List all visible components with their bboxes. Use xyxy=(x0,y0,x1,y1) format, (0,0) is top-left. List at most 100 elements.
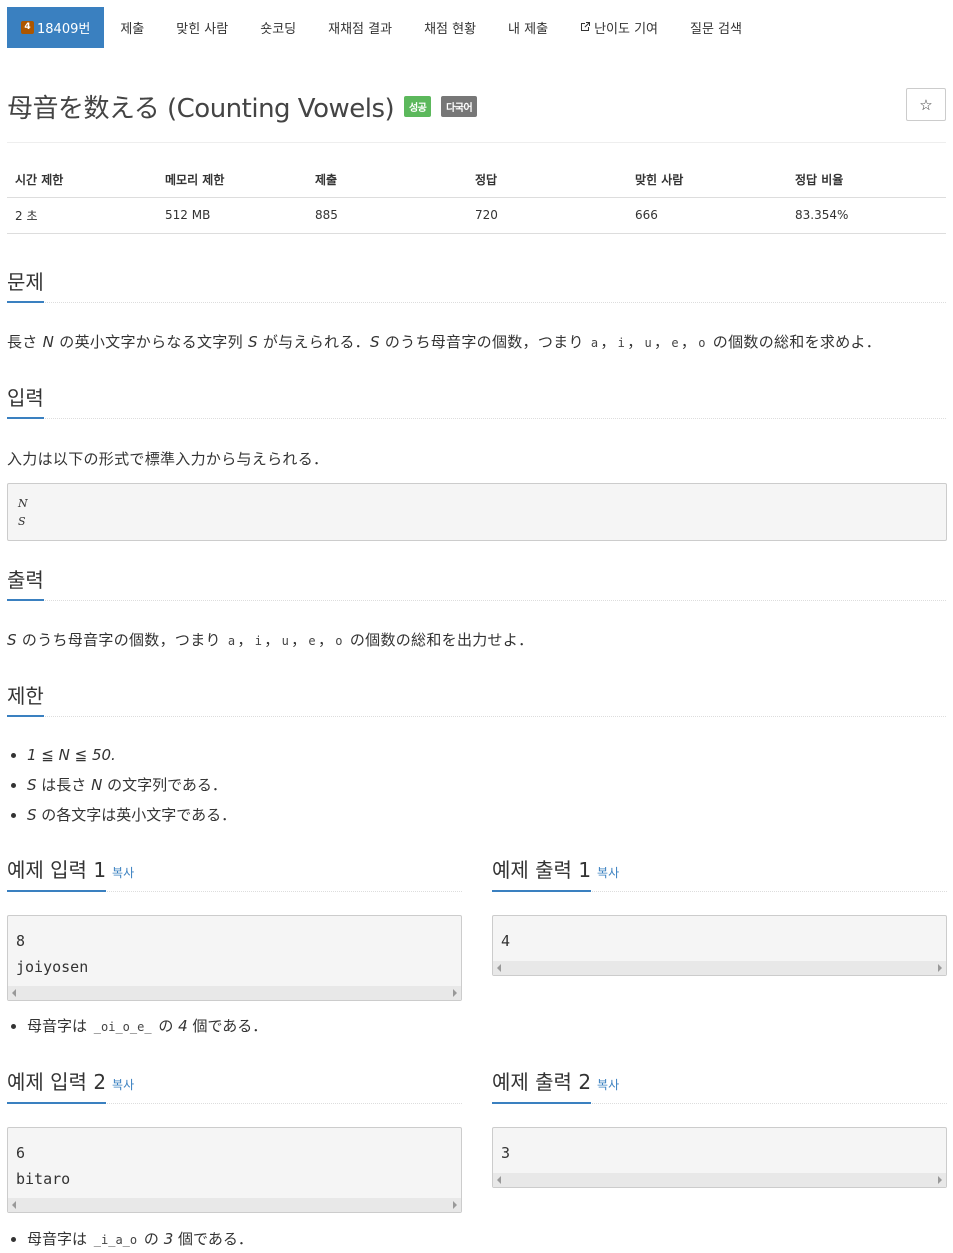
text: のうち母音字の個数，つまり xyxy=(379,333,589,351)
status-badge-multilingual[interactable]: 다국어 xyxy=(441,96,478,117)
limits-heading: 제한 xyxy=(7,680,44,717)
favorite-star-button[interactable]: ☆ xyxy=(906,88,946,121)
section-divider xyxy=(7,418,946,419)
tab-difficulty-contribution[interactable]: 난이도 기여 xyxy=(564,7,674,48)
horizontal-scrollbar[interactable] xyxy=(8,1198,461,1212)
text: の各文字は英小文字である． xyxy=(36,806,237,824)
input-heading: 입력 xyxy=(7,382,44,419)
info-header-time-limit: 시간 제한 xyxy=(7,162,157,198)
var-s: S xyxy=(369,333,380,351)
copy-sample-output-2-button[interactable]: 복사 xyxy=(597,1078,619,1092)
var-s: S xyxy=(27,776,37,794)
problem-heading: 문제 xyxy=(7,266,44,303)
sample-output-1-box[interactable]: 4 xyxy=(492,915,947,976)
text: 長さ xyxy=(7,333,43,351)
text: ， xyxy=(680,333,697,351)
tab-my-submissions[interactable]: 내 제출 xyxy=(492,7,564,48)
text: のうち母音字の個数，つまり xyxy=(16,631,226,649)
sample-input-1-box[interactable]: 8 joiyosen xyxy=(7,915,462,1001)
sample-input-1-header: 예제 입력 1 복사 xyxy=(7,854,462,892)
text: が与えられる． xyxy=(257,333,370,351)
problem-id: 18409번 xyxy=(37,22,91,37)
tab-short-coding[interactable]: 숏코딩 xyxy=(244,7,312,48)
copy-sample-input-2-button[interactable]: 복사 xyxy=(112,1078,134,1092)
input-format-line: S xyxy=(18,515,26,528)
status-badge-success: 성공 xyxy=(403,96,432,117)
info-accepted: 720 xyxy=(467,197,627,234)
sample-output-1-title: 예제 출력 1 xyxy=(492,854,592,892)
title-divider xyxy=(7,142,946,143)
horizontal-scrollbar[interactable] xyxy=(493,1173,946,1187)
output-heading: 출력 xyxy=(7,564,44,601)
text: 個である． xyxy=(173,1230,253,1248)
text: の xyxy=(139,1230,164,1248)
code-u: u xyxy=(281,634,290,648)
scroll-left-icon[interactable] xyxy=(12,989,16,997)
copy-sample-input-1-button[interactable]: 복사 xyxy=(112,866,134,880)
sample-input-2-title: 예제 입력 2 xyxy=(7,1066,107,1104)
tab-solved-users[interactable]: 맞힌 사람 xyxy=(160,7,244,48)
problem-description: 長さ N の英小文字からなる文字列 S が与えられる．S のうち母音字の個数，つ… xyxy=(7,331,946,352)
scroll-left-icon[interactable] xyxy=(12,1201,16,1209)
input-description: 入力は以下の形式で標準入力から与えられる． xyxy=(7,450,329,468)
sample-input-2-box[interactable]: 6 bitaro xyxy=(7,1127,462,1213)
var-s: S xyxy=(27,806,37,824)
info-header-submissions: 제출 xyxy=(307,162,467,198)
text: 母音字は xyxy=(27,1017,92,1035)
section-divider xyxy=(7,716,946,717)
scroll-right-icon[interactable] xyxy=(938,1176,942,1184)
external-link-icon xyxy=(580,21,591,35)
text: ， xyxy=(600,333,616,351)
code: _oi_o_e_ xyxy=(93,1020,152,1034)
info-time-limit: 2 초 xyxy=(7,197,157,234)
info-header-ratio: 정답 비율 xyxy=(787,162,946,198)
input-section-header: 입력 xyxy=(7,382,946,419)
scroll-right-icon[interactable] xyxy=(453,1201,457,1209)
sample-input-1-title: 예제 입력 1 xyxy=(7,854,107,892)
text: ， xyxy=(654,333,670,351)
code-e: e xyxy=(308,634,316,648)
code: _i_a_o xyxy=(93,1233,138,1247)
problem-section-header: 문제 xyxy=(7,266,946,303)
text: ， xyxy=(627,333,643,351)
sample-output-2-header: 예제 출력 2 복사 xyxy=(492,1066,947,1104)
sample-output-2-box[interactable]: 3 xyxy=(492,1127,947,1188)
var-s: S xyxy=(247,333,258,351)
code-a: a xyxy=(590,336,599,350)
sample-input-2-header: 예제 입력 2 복사 xyxy=(7,1066,462,1104)
text: 個である． xyxy=(187,1017,268,1035)
code-i: i xyxy=(254,634,263,648)
tier-badge-icon: 4 xyxy=(21,21,34,34)
var-s: S xyxy=(7,631,17,649)
number: 3 xyxy=(163,1230,174,1248)
tab-status[interactable]: 채점 현황 xyxy=(408,7,492,48)
sample-line: joiyosen xyxy=(16,958,89,976)
scroll-right-icon[interactable] xyxy=(938,964,942,972)
tab-question-search[interactable]: 질문 검색 xyxy=(674,7,758,48)
horizontal-scrollbar[interactable] xyxy=(493,961,946,975)
code-o: o xyxy=(335,634,343,648)
tab-submit[interactable]: 제출 xyxy=(104,7,160,48)
copy-sample-output-1-button[interactable]: 복사 xyxy=(597,866,619,880)
tab-problem[interactable]: 4 18409번 xyxy=(7,7,105,48)
star-icon: ☆ xyxy=(919,95,933,114)
section-divider xyxy=(7,302,946,303)
code-a: a xyxy=(227,634,236,648)
output-section-header: 출력 xyxy=(7,564,946,601)
text: 母音字は xyxy=(27,1230,92,1248)
limit-item: S の各文字は英小文字である． xyxy=(27,800,236,830)
text: ， xyxy=(237,631,253,649)
info-ratio: 83.354% xyxy=(787,197,946,234)
scroll-left-icon[interactable] xyxy=(497,964,501,972)
tab-rejudge-results[interactable]: 재채점 결과 xyxy=(312,7,408,48)
sample-line: 8 xyxy=(16,932,26,950)
sample-output-2-title: 예제 출력 2 xyxy=(492,1066,592,1104)
scroll-right-icon[interactable] xyxy=(453,989,457,997)
text: は長さ xyxy=(36,776,92,794)
info-value-row: 2 초 512 MB 885 720 666 83.354% xyxy=(7,197,946,234)
scroll-left-icon[interactable] xyxy=(497,1176,501,1184)
info-header-solved-users: 맞힌 사람 xyxy=(627,162,787,198)
sample-1-explanation: 母音字は _oi_o_e_ の 4 個である． xyxy=(27,1015,267,1036)
problem-info-table: 시간 제한 메모리 제한 제출 정답 맞힌 사람 정답 비율 2 초 512 M… xyxy=(7,162,946,234)
horizontal-scrollbar[interactable] xyxy=(8,986,461,1000)
